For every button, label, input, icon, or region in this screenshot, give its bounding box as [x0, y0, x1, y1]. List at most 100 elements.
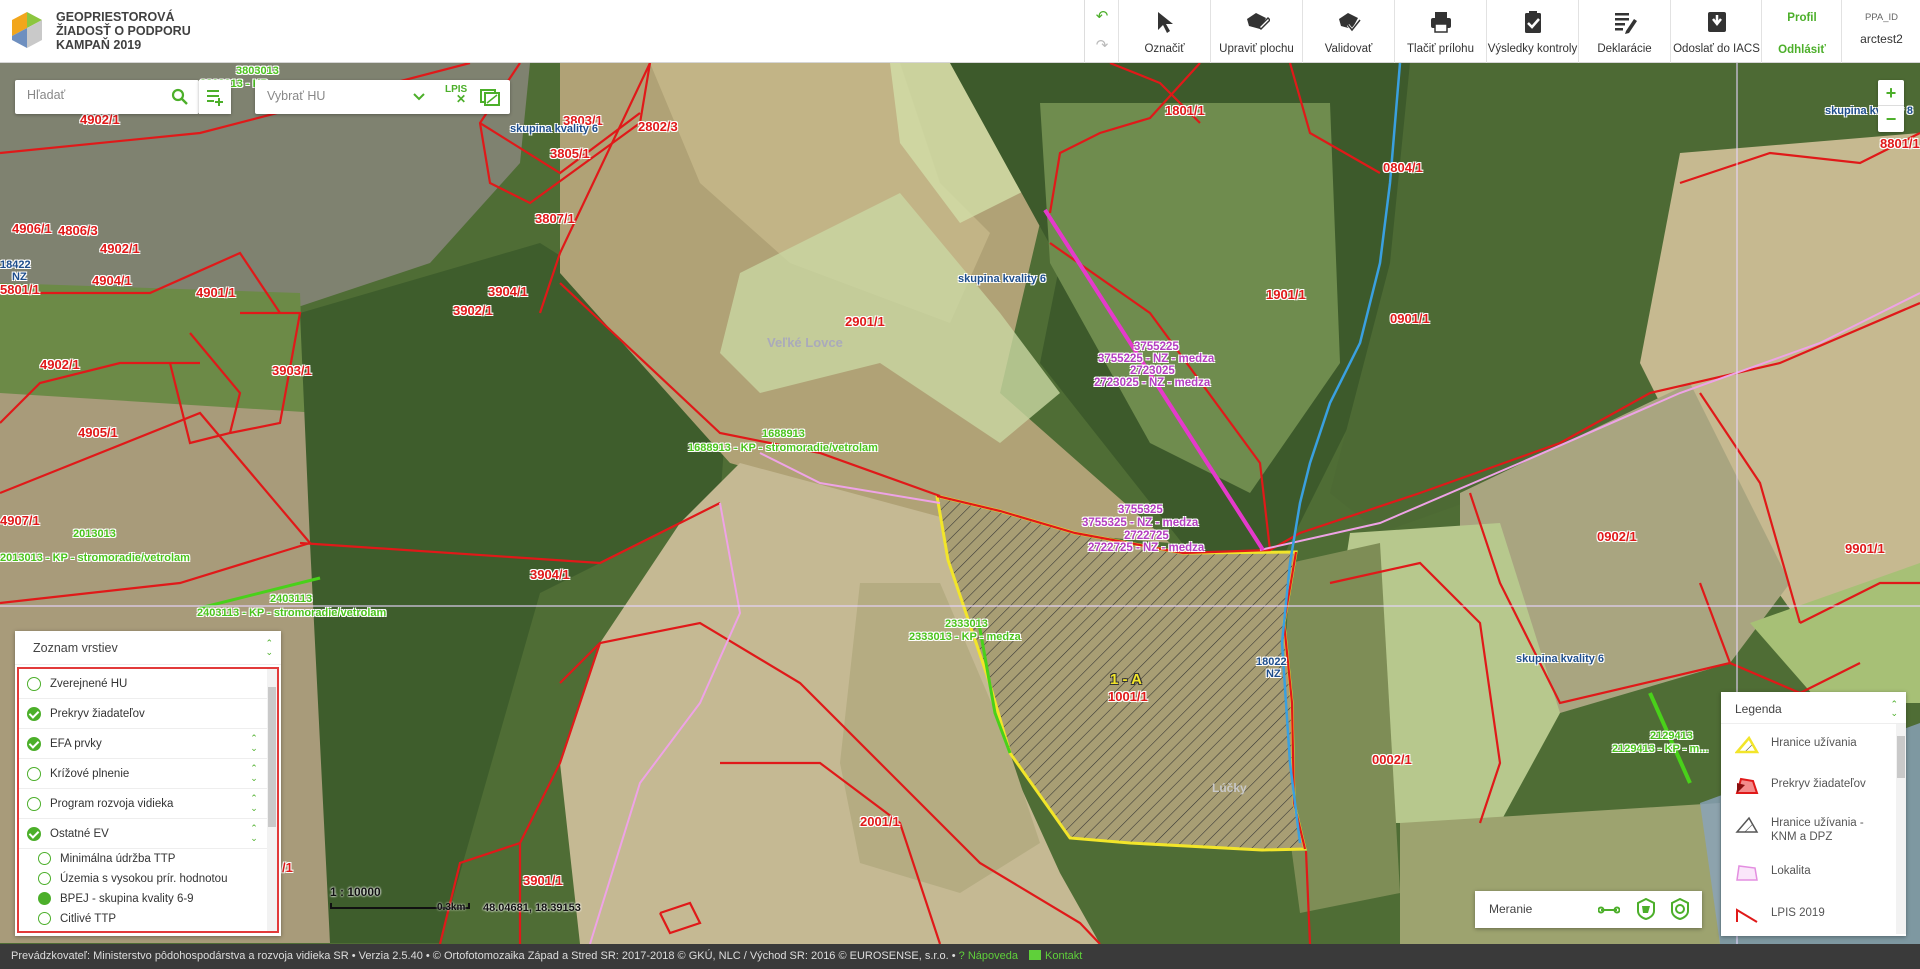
nz-element-label: 2722725 - NZ - medza — [1088, 542, 1205, 554]
layer-item[interactable]: Zverejnené HU — [19, 669, 277, 699]
nz-element-label: 2723025 — [1130, 365, 1175, 377]
sublayer-item[interactable]: Územia s vysokou prír. hodnotou — [19, 869, 277, 889]
layer-label: EFA prvky — [50, 738, 102, 750]
quality-group-label: NZ — [12, 271, 27, 283]
toolbar-button-validate[interactable]: Validovať — [1302, 0, 1394, 63]
sublayer-checkbox[interactable] — [38, 852, 51, 865]
expand-icon[interactable]: ⌃ ⌄ — [249, 823, 259, 843]
parcel-label: 3805/1 — [550, 146, 590, 161]
legend-header[interactable]: Legenda ⌃ ⌄ — [1721, 692, 1906, 724]
collapse-icon[interactable]: ⌃ ⌄ — [265, 639, 273, 657]
measure-distance-icon[interactable] — [1598, 901, 1620, 919]
quality-group-label: 18422 — [0, 259, 31, 271]
cursor-coordinates: 48.04681, 18.39153 — [483, 902, 581, 914]
zoom-control: + − — [1878, 80, 1904, 132]
quality-group-label: 18022 — [1256, 656, 1287, 668]
expand-icon[interactable]: ⌃ ⌄ — [249, 793, 259, 813]
nz-element-label: 2722725 — [1124, 530, 1169, 542]
layer-item[interactable]: Ostatné EV ⌃ ⌄ — [19, 819, 277, 849]
layers-list: Zverejnené HU Prekryv žiadateľov EFA prvky… — [17, 667, 279, 933]
logout-link[interactable]: Odhlásiť — [1762, 44, 1842, 56]
zoom-out-button[interactable]: − — [1878, 106, 1904, 132]
nz-element-label: 3755225 - NZ - medza — [1098, 353, 1215, 365]
parcel-label: 1901/1 — [1266, 287, 1306, 302]
sublayer-checkbox[interactable] — [38, 912, 51, 925]
layer-item[interactable]: Krížové plnenie ⌃ ⌄ — [19, 759, 277, 789]
username: arctest2 — [1860, 32, 1903, 46]
measure-clear-icon[interactable] — [1670, 898, 1690, 920]
send-icon — [1707, 12, 1726, 32]
undo-icon[interactable]: ↶ — [1094, 9, 1110, 25]
quality-group-label: NZ — [1266, 668, 1281, 680]
layers-panel-title: Zoznam vrstiev — [33, 641, 118, 655]
toolbar-button-declarations[interactable]: Deklarácie — [1578, 0, 1670, 63]
sublayer-item[interactable]: Citlivé TTP — [19, 909, 277, 929]
expand-icon[interactable]: ⌃ ⌄ — [249, 733, 259, 753]
field-block-label[interactable]: 1 - A — [1110, 671, 1142, 688]
layers-panel-header[interactable]: Zoznam vrstiev ⌃ ⌄ — [15, 631, 281, 665]
layer-checkbox[interactable] — [27, 797, 41, 811]
help-link[interactable]: Nápoveda — [968, 950, 1018, 962]
toolbar-button-cursor[interactable]: Označiť — [1118, 0, 1210, 63]
contact-link[interactable]: Kontakt — [1045, 950, 1082, 962]
close-icon: ✕ — [456, 92, 467, 106]
layer-checkbox[interactable] — [27, 707, 41, 721]
lpis-icon — [1736, 908, 1758, 923]
knm-boundary-icon — [1735, 816, 1759, 833]
layer-item[interactable]: Program rozvoja vidieka ⌃ ⌄ — [19, 789, 277, 819]
legend-scrollbar[interactable] — [1896, 724, 1906, 934]
efa-element-label: 2013013 - KP - stromoradie/vetrolam — [0, 552, 190, 564]
list-add-icon — [207, 90, 223, 106]
parcel-label: 0002/1 — [1372, 752, 1412, 767]
parcel-label: 3901/1 — [523, 873, 563, 888]
main-toolbar: Označiť Upraviť plochu Validovať Tlačiť prí… — [1118, 0, 1762, 63]
map-layer-icon[interactable] — [480, 88, 500, 106]
sublayer-checkbox[interactable] — [38, 872, 51, 885]
sublayer-checkbox[interactable] — [38, 892, 51, 905]
profile-link[interactable]: Profil — [1762, 12, 1842, 24]
layer-label: Krížové plnenie — [50, 768, 130, 780]
search-icon[interactable] — [171, 88, 189, 106]
measure-panel: Meranie — [1475, 891, 1702, 928]
user-id-label: PPA_ID — [1864, 12, 1899, 23]
layer-label: Zverejnené HU — [50, 678, 128, 690]
parcel-label: 4901/1 — [196, 285, 236, 300]
sublayer-item[interactable]: BPEJ - skupina kvality 6-9 — [19, 889, 277, 909]
search-box — [15, 80, 199, 114]
layer-checkbox[interactable] — [27, 827, 41, 841]
zoom-in-button[interactable]: + — [1878, 80, 1904, 106]
lpis-toggle[interactable]: LPIS ✕ — [445, 84, 467, 106]
collapse-icon[interactable]: ⌃ ⌄ — [1890, 700, 1898, 718]
nz-element-label: 3755325 - NZ - medza — [1082, 517, 1199, 529]
parcel-label: /1 — [282, 860, 293, 875]
toolbar-button-edit-area[interactable]: Upraviť plochu — [1210, 0, 1302, 63]
layer-item[interactable]: Prekryv žiadateľov — [19, 699, 277, 729]
toolbar-button-print[interactable]: Tlačiť prílohu — [1394, 0, 1486, 63]
add-filter-button[interactable] — [199, 80, 231, 114]
hu-select-value: Vybrať HU — [267, 89, 326, 103]
parcel-label: 1001/1 — [1108, 689, 1148, 704]
quality-group-label: skupina kvality 6 — [510, 123, 599, 135]
map-view[interactable]: 4902/1 3803/1 2802/3 1801/1 3805/1 0804/1 8801… — [0, 63, 1920, 944]
parcel-label: 2901/1 — [845, 314, 885, 329]
toolbar-button-send[interactable]: Odoslať do IACS — [1670, 0, 1762, 63]
search-input[interactable] — [27, 88, 167, 102]
redo-icon[interactable]: ↷ — [1094, 38, 1110, 54]
parcel-label: 0901/1 — [1390, 311, 1430, 326]
efa-element-label: 2403113 - KP - stromoradie/vetrolam — [197, 607, 387, 619]
expand-icon[interactable]: ⌃ ⌄ — [249, 763, 259, 783]
scale-ratio: 1 : 10000 — [330, 885, 381, 899]
layer-checkbox[interactable] — [27, 677, 41, 691]
sublayer-item[interactable]: Minimálna údržba TTP — [19, 849, 277, 869]
hu-select[interactable]: Vybrať HU LPIS ✕ — [255, 80, 510, 114]
parcel-label: 8801/1 — [1880, 136, 1920, 151]
layer-checkbox[interactable] — [27, 737, 41, 751]
place-name-label: Veľké Lovce — [767, 335, 843, 350]
help-icon: ? — [958, 950, 968, 962]
layer-item[interactable]: EFA prvky ⌃ ⌄ — [19, 729, 277, 759]
toolbar-button-checklist[interactable]: Výsledky kontroly — [1486, 0, 1578, 63]
toolbar-button-label: Odoslať do IACS — [1673, 43, 1760, 55]
layers-scrollbar[interactable] — [267, 669, 277, 931]
measure-area-icon[interactable] — [1636, 898, 1656, 920]
layer-checkbox[interactable] — [27, 767, 41, 781]
